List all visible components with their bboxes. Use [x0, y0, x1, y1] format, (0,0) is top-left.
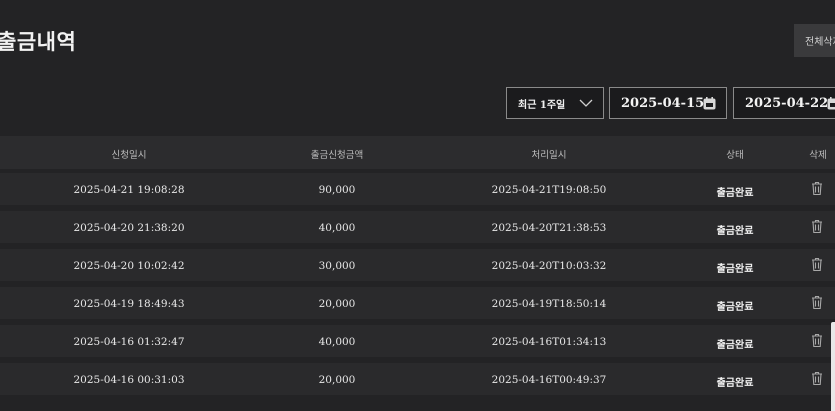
cell-requested-at: 2025-04-16 00:31:03	[73, 374, 185, 386]
trash-icon[interactable]	[811, 181, 823, 196]
cell-requested-at: 2025-04-21 19:08:28	[73, 184, 185, 196]
cell-amount: 40,000	[318, 336, 356, 348]
header-requested-at: 신청일시	[111, 150, 147, 161]
table-row: 2025-04-20 10:02:42 30,000 2025-04-20T10…	[0, 249, 835, 281]
cell-processed-at: 2025-04-20T10:03:32	[491, 260, 607, 272]
header-amount: 출금신청금액	[310, 150, 364, 161]
start-date-value: 2025-04-15	[621, 95, 705, 111]
cell-status: 출금완료	[716, 302, 754, 313]
table-row: 2025-04-19 18:49:43 20,000 2025-04-19T18…	[0, 287, 835, 319]
table-row: 2025-04-20 21:38:20 40,000 2025-04-20T21…	[0, 211, 835, 243]
delete-all-button[interactable]: 전체삭제	[794, 24, 835, 57]
cell-processed-at: 2025-04-21T19:08:50	[491, 184, 607, 196]
cell-status: 출금완료	[716, 340, 754, 351]
calendar-icon[interactable]	[703, 97, 716, 110]
page-title: 출금내역	[0, 30, 77, 54]
period-label: 최근 1주일	[518, 99, 566, 111]
cell-requested-at: 2025-04-19 18:49:43	[73, 298, 185, 310]
header-delete: 삭제	[809, 150, 827, 161]
trash-icon[interactable]	[811, 333, 823, 348]
period-select[interactable]: 최근 1주일	[506, 87, 604, 119]
cell-amount: 20,000	[318, 298, 356, 310]
table-row: 2025-04-16 00:31:03 20,000 2025-04-16T00…	[0, 363, 835, 395]
calendar-icon[interactable]	[827, 97, 835, 110]
end-date-input[interactable]: 2025-04-22	[733, 87, 835, 119]
cell-amount: 30,000	[318, 260, 356, 272]
cell-processed-at: 2025-04-19T18:50:14	[491, 298, 607, 310]
trash-icon[interactable]	[811, 295, 823, 310]
cell-status: 출금완료	[716, 226, 754, 237]
chevron-down-icon	[579, 99, 593, 107]
side-scroll-tab[interactable]	[831, 322, 835, 411]
trash-icon[interactable]	[811, 257, 823, 272]
trash-icon[interactable]	[811, 219, 823, 234]
trash-icon[interactable]	[811, 371, 823, 386]
cell-status: 출금완료	[716, 264, 754, 275]
cell-requested-at: 2025-04-20 10:02:42	[73, 260, 185, 272]
header-status: 상태	[726, 150, 744, 161]
cell-amount: 20,000	[318, 374, 356, 386]
table-header: 신청일시 출금신청금액 처리일시 상태 삭제	[0, 136, 835, 169]
start-date-input[interactable]: 2025-04-15	[609, 87, 727, 119]
cell-processed-at: 2025-04-16T00:49:37	[491, 374, 607, 386]
cell-amount: 40,000	[318, 222, 356, 234]
cell-requested-at: 2025-04-16 01:32:47	[73, 336, 185, 348]
table-row: 2025-04-21 19:08:28 90,000 2025-04-21T19…	[0, 173, 835, 205]
end-date-value: 2025-04-22	[745, 95, 829, 111]
cell-status: 출금완료	[716, 378, 754, 389]
cell-status: 출금완료	[716, 188, 754, 199]
header-processed-at: 처리일시	[531, 150, 567, 161]
cell-processed-at: 2025-04-20T21:38:53	[491, 222, 607, 234]
cell-amount: 90,000	[318, 184, 356, 196]
cell-requested-at: 2025-04-20 21:38:20	[73, 222, 185, 234]
cell-processed-at: 2025-04-16T01:34:13	[491, 336, 607, 348]
table-row: 2025-04-16 01:32:47 40,000 2025-04-16T01…	[0, 325, 835, 357]
